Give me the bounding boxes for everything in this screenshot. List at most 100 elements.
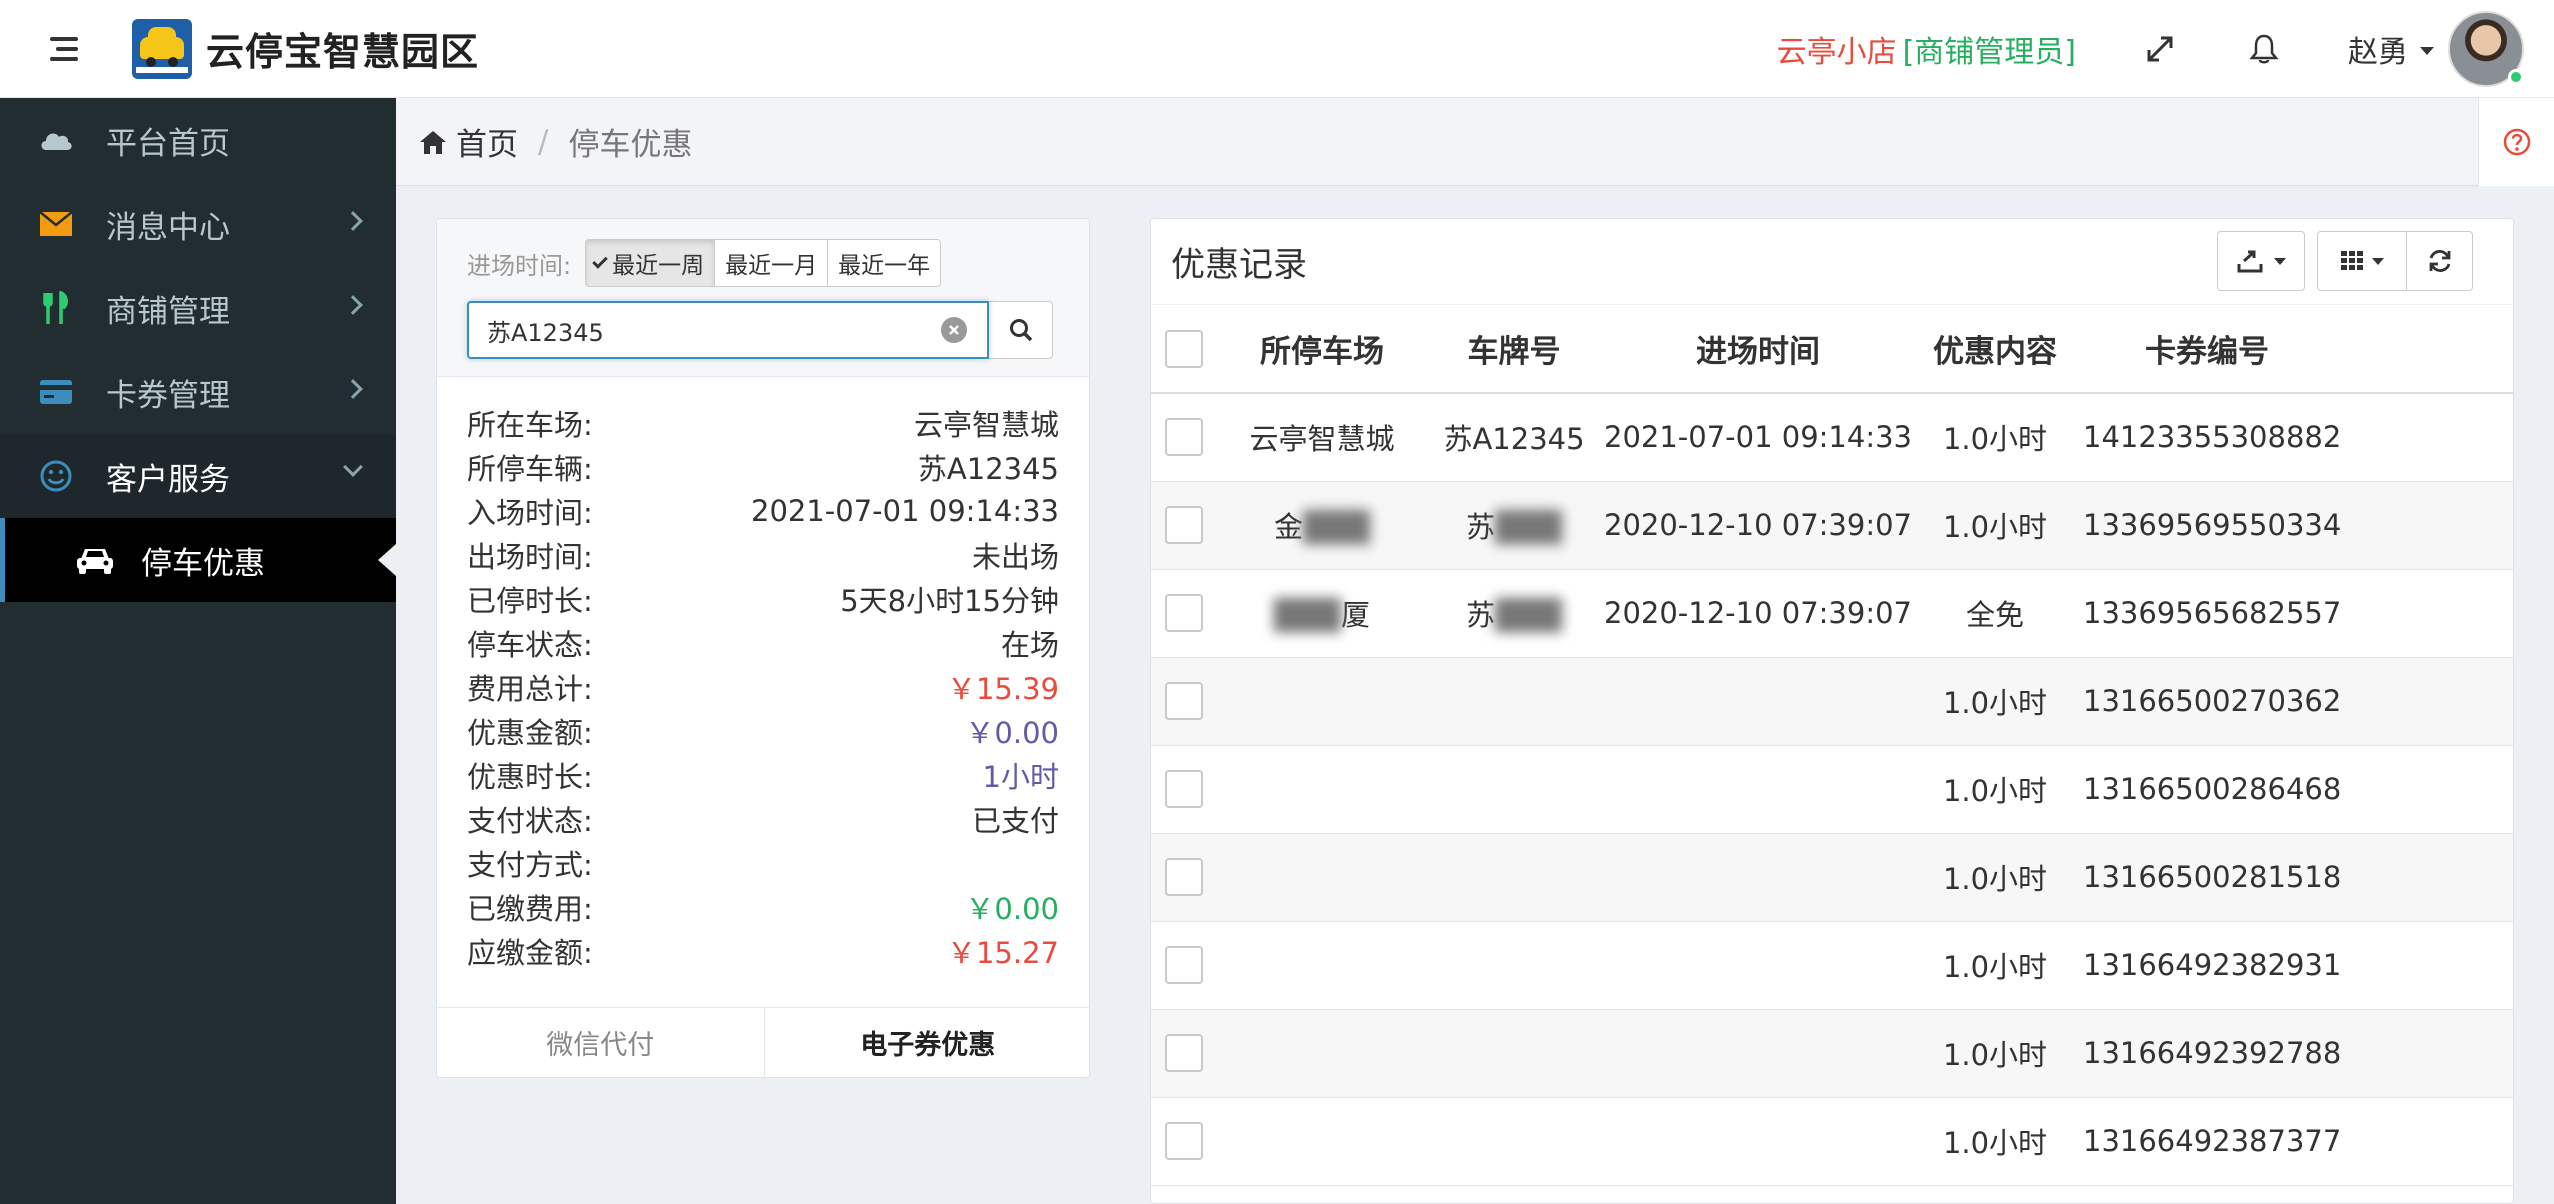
chevron-down-icon[interactable]: [2420, 46, 2434, 55]
smile-icon: [36, 456, 76, 496]
row-checkbox[interactable]: [1165, 1034, 1203, 1072]
home-icon[interactable]: [418, 127, 448, 157]
cutlery-icon: [36, 288, 76, 328]
detail-row-paid: 已缴费用: ￥0.00: [467, 892, 1059, 926]
sidebar-item-label: 停车优惠: [141, 545, 265, 582]
clear-icon[interactable]: [941, 317, 967, 343]
cell-plate: [1427, 1009, 1601, 1098]
columns-button[interactable]: [2317, 231, 2407, 291]
cloud-icon: [36, 120, 76, 160]
user-name[interactable]: 赵勇: [2348, 27, 2408, 71]
cell-time: [1601, 745, 1915, 834]
time-range-group: 最近一周 最近一月 最近一年: [585, 239, 942, 287]
row-checkbox[interactable]: [1165, 594, 1203, 632]
table-row: ███厦 苏███ 2020-12-10 07:39:07 全免 1336956…: [1151, 569, 2513, 658]
online-status-icon: [2508, 68, 2524, 85]
question-circle-icon[interactable]: [2478, 98, 2554, 186]
range-month-button[interactable]: 最近一月: [715, 240, 829, 286]
cell-lot: [1217, 1009, 1427, 1098]
records-table: 所停车场 车牌号 进场时间 优惠内容 卡券编号 云亭智慧城 苏A12345 20…: [1151, 305, 2513, 1186]
chevron-down-icon: [343, 457, 363, 477]
row-checkbox[interactable]: [1165, 1122, 1203, 1160]
chevron-right-icon: [343, 295, 363, 315]
table-row: 云亭智慧城 苏A12345 2021-07-01 09:14:33 1.0小时 …: [1151, 393, 2513, 482]
sidebar-item-customer-service[interactable]: 客户服务: [0, 434, 396, 518]
car-icon: [73, 540, 117, 580]
table-row: 1.0小时 13166492392788: [1151, 1009, 2513, 1098]
active-indicator: [378, 544, 396, 576]
row-checkbox[interactable]: [1165, 682, 1203, 720]
detail-row-discount-duration: 优惠时长: 1小时: [467, 760, 1059, 794]
table-row: 1.0小时 13166492387377: [1151, 1097, 2513, 1186]
cell-card: 13166492382931: [2075, 921, 2513, 1010]
sidebar-item-cards[interactable]: 卡券管理: [0, 350, 396, 434]
avatar[interactable]: [2448, 10, 2524, 87]
cell-card: 13166500281518: [2075, 833, 2513, 922]
plate-search-input[interactable]: [469, 303, 929, 357]
cell-card: 13166492392788: [2075, 1009, 2513, 1098]
row-checkbox[interactable]: [1165, 770, 1203, 808]
cell-plate: 苏A12345: [1427, 393, 1601, 482]
cell-plate: 苏███: [1427, 569, 1601, 658]
select-all-checkbox[interactable]: [1165, 329, 1203, 368]
detail-row-vehicle: 所停车辆: 苏A12345: [467, 452, 1059, 486]
table-row: 1.0小时 13166492382931: [1151, 921, 2513, 1010]
sidebar-item-parking-discount[interactable]: 停车优惠: [0, 518, 396, 602]
column-header-lot[interactable]: 所停车场: [1217, 305, 1427, 394]
wechat-pay-button[interactable]: 微信代付: [437, 1008, 765, 1077]
hamburger-icon[interactable]: [50, 29, 110, 69]
chevron-down-icon: [2274, 257, 2286, 265]
column-header-benefit[interactable]: 优惠内容: [1915, 305, 2075, 394]
column-header-entry-time[interactable]: 进场时间: [1601, 305, 1915, 394]
cell-plate: [1427, 745, 1601, 834]
table-toolbar: [2217, 231, 2473, 291]
detail-row-status: 停车状态: 在场: [467, 628, 1059, 662]
cell-benefit: 1.0小时: [1915, 1009, 2075, 1098]
search-icon: [1009, 319, 1032, 342]
cell-plate: [1427, 1097, 1601, 1186]
cell-plate: [1427, 657, 1601, 746]
refresh-button[interactable]: [2407, 231, 2473, 291]
vehicle-detail-card: 进场时间: 最近一周 最近一月 最近一年 所在车场:云亭智慧城 所停车辆:苏A1…: [436, 218, 1090, 1078]
detail-list: 所在车场: 云亭智慧城 所停车辆: 苏A12345 入场时间: 2021-07-01 …: [437, 377, 1089, 973]
query-panel: 进场时间: 最近一周 最近一月 最近一年: [437, 219, 1089, 377]
cell-lot: [1217, 657, 1427, 746]
plate-search-box: [467, 301, 989, 359]
sidebar-item-label: 平台首页: [106, 125, 230, 162]
cell-time: [1601, 1097, 1915, 1186]
expand-icon[interactable]: [2140, 29, 2180, 69]
search-button[interactable]: [989, 301, 1053, 359]
table-header-row: 所停车场 车牌号 进场时间 优惠内容 卡券编号: [1151, 305, 2513, 394]
cell-plate: 苏███: [1427, 481, 1601, 570]
detail-row-total-fee: 费用总计: ￥15.39: [467, 672, 1059, 706]
cell-lot: 金███: [1217, 481, 1427, 570]
row-checkbox[interactable]: [1165, 858, 1203, 896]
cell-time: 2021-07-01 09:14:33: [1601, 393, 1915, 482]
cell-benefit: 1.0小时: [1915, 657, 2075, 746]
sidebar-item-messages[interactable]: 消息中心: [0, 182, 396, 266]
range-year-button[interactable]: 最近一年: [828, 240, 941, 286]
row-checkbox[interactable]: [1165, 946, 1203, 984]
breadcrumb-home[interactable]: 首页: [456, 119, 518, 164]
cell-benefit: 1.0小时: [1915, 393, 2075, 482]
sidebar-item-label: 消息中心: [106, 209, 230, 246]
detail-row-due: 应缴金额: ￥15.27: [467, 936, 1059, 970]
sidebar-item-label: 商铺管理: [106, 293, 230, 330]
bell-icon[interactable]: [2244, 29, 2284, 69]
sidebar-item-shop[interactable]: 商铺管理: [0, 266, 396, 350]
time-filter-label: 进场时间:: [467, 251, 572, 280]
range-week-button[interactable]: 最近一周: [586, 240, 716, 286]
cell-card: 13369569550334: [2075, 481, 2513, 570]
row-checkbox[interactable]: [1165, 506, 1203, 544]
cell-time: [1601, 1009, 1915, 1098]
cell-lot: [1217, 833, 1427, 922]
cell-plate: [1427, 921, 1601, 1010]
row-checkbox[interactable]: [1165, 418, 1203, 457]
column-header-card-no[interactable]: 卡券编号: [2075, 305, 2513, 394]
export-button[interactable]: [2217, 231, 2305, 291]
column-header-plate[interactable]: 车牌号: [1427, 305, 1601, 394]
cell-time: [1601, 833, 1915, 922]
detail-row-discount-amount: 优惠金额: ￥0.00: [467, 716, 1059, 750]
sidebar-item-home[interactable]: 平台首页: [0, 98, 396, 182]
coupon-discount-button[interactable]: 电子券优惠: [765, 1008, 1090, 1077]
